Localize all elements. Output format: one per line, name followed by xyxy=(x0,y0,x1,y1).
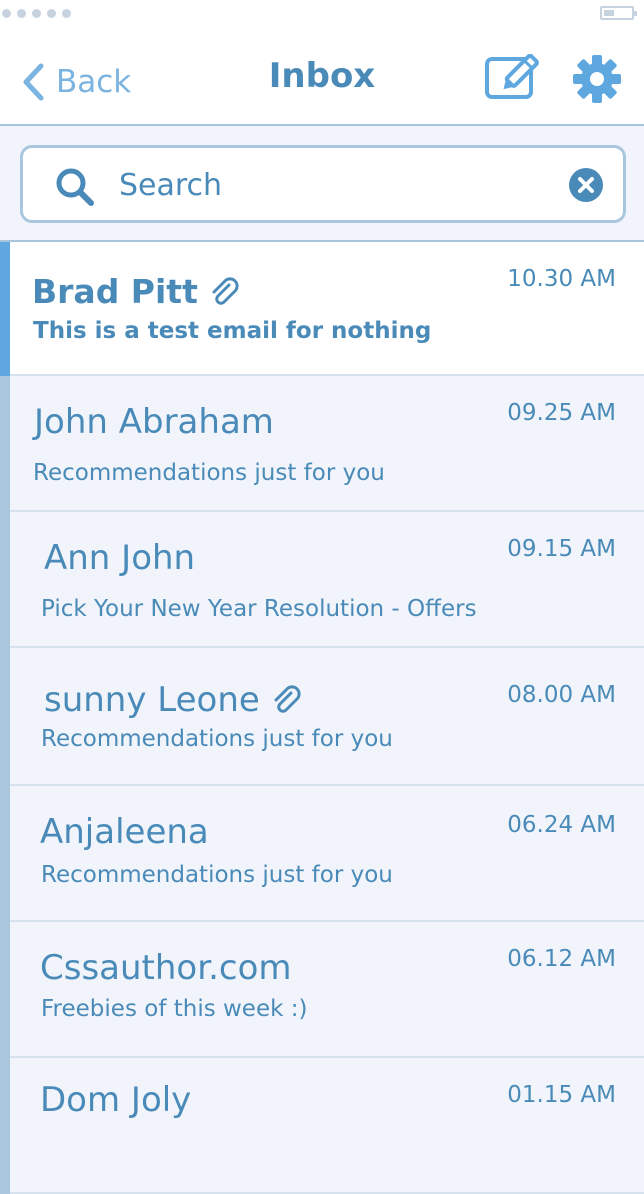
search-icon xyxy=(56,168,94,206)
back-button[interactable]: Back xyxy=(22,60,131,104)
compose-button[interactable] xyxy=(484,53,540,102)
email-list-item[interactable]: Brad Pitt This is a test email for nothi… xyxy=(0,242,644,376)
search-box[interactable] xyxy=(20,145,626,223)
nav-bar: Back Inbox xyxy=(0,34,644,126)
email-subject: This is a test email for nothing xyxy=(33,318,432,344)
email-sender: John Abraham xyxy=(34,402,274,442)
battery-icon xyxy=(600,6,637,20)
back-label: Back xyxy=(56,64,132,100)
clear-search-icon[interactable] xyxy=(569,168,603,202)
email-subject: Freebies of this week :) xyxy=(41,996,308,1022)
email-list-item[interactable]: Dom Joly 01.15 AM xyxy=(0,1058,644,1194)
email-sender: Anjaleena xyxy=(40,812,209,852)
search-bar xyxy=(0,126,644,242)
email-sender: Cssauthor.com xyxy=(40,948,292,988)
email-time: 10.30 AM xyxy=(507,266,616,292)
signal-dots-icon xyxy=(2,9,71,18)
email-subject: Pick Your New Year Resolution - Offers xyxy=(41,596,477,622)
email-list-item[interactable]: Ann John Pick Your New Year Resolution -… xyxy=(0,512,644,648)
settings-button[interactable] xyxy=(572,54,622,104)
attachment-icon xyxy=(212,276,239,305)
search-input[interactable] xyxy=(117,158,551,212)
compose-icon xyxy=(485,53,539,99)
email-list-item[interactable]: Anjaleena Recommendations just for you 0… xyxy=(0,786,644,922)
email-list-item[interactable]: sunny Leone Recommendations just for you… xyxy=(0,648,644,786)
email-time: 08.00 AM xyxy=(507,682,616,708)
email-time: 06.12 AM xyxy=(507,946,616,972)
email-time: 06.24 AM xyxy=(507,812,616,838)
email-sender: Ann John xyxy=(44,538,196,578)
email-time: 09.15 AM xyxy=(507,536,616,562)
email-subject: Recommendations just for you xyxy=(33,460,385,486)
email-time: 01.15 AM xyxy=(507,1082,616,1108)
email-sender: sunny Leone xyxy=(44,680,302,720)
email-list-item[interactable]: Cssauthor.com Freebies of this week :) 0… xyxy=(0,922,644,1058)
email-list-item[interactable]: John Abraham Recommendations just for yo… xyxy=(0,376,644,512)
email-sender: Dom Joly xyxy=(40,1080,192,1120)
gear-icon xyxy=(573,55,621,103)
attachment-icon xyxy=(274,685,301,713)
email-list: Brad Pitt This is a test email for nothi… xyxy=(0,242,644,1194)
email-time: 09.25 AM xyxy=(507,400,616,426)
email-sender: Brad Pitt xyxy=(32,272,240,311)
status-bar xyxy=(0,0,644,34)
chevron-left-icon xyxy=(23,63,44,101)
email-subject: Recommendations just for you xyxy=(41,862,393,888)
email-subject: Recommendations just for you xyxy=(41,726,393,752)
